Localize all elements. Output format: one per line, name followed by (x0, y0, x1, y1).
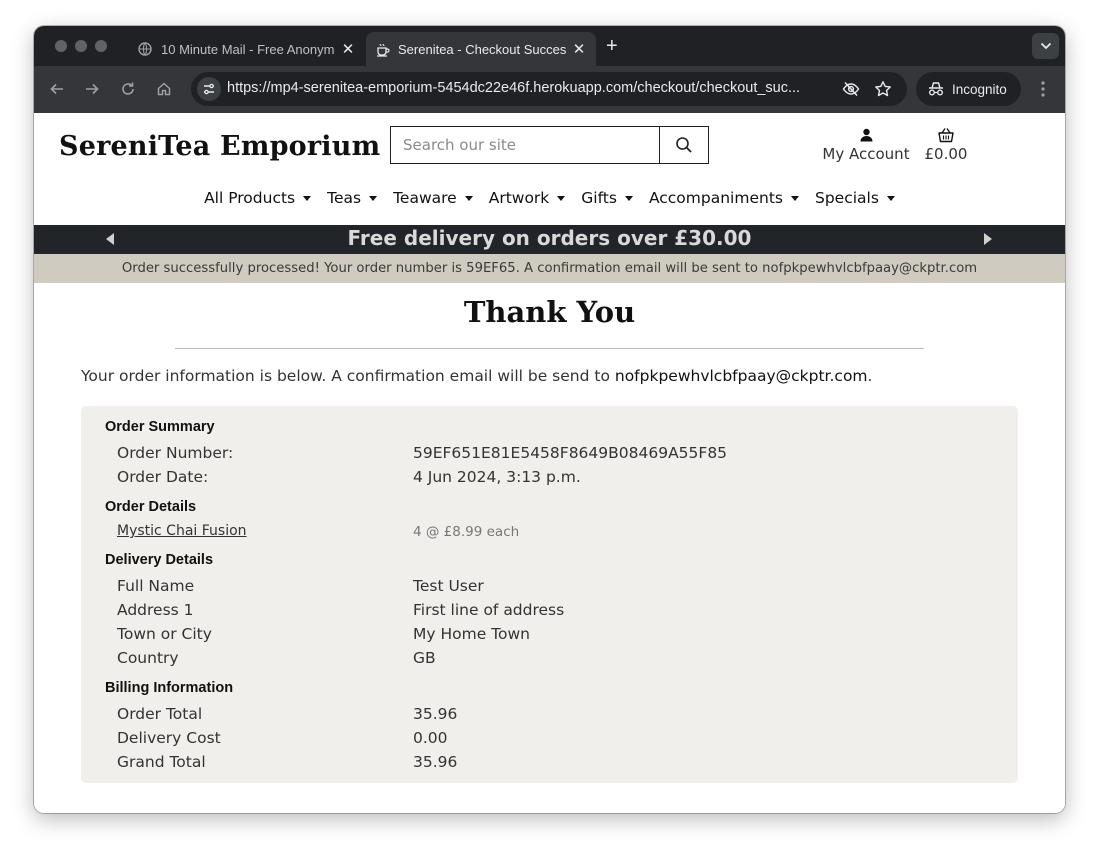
star-icon[interactable] (874, 80, 892, 98)
user-icon (818, 125, 914, 145)
intro-text: Your order information is below. A confi… (81, 367, 873, 385)
web-page: SereniTea Emporium My Account £0.00 All … (34, 113, 1065, 813)
full-name-label: Full Name (117, 577, 195, 595)
main-navigation: All Products Teas Teaware Artwork Gifts … (34, 185, 1065, 211)
grand-total-label: Grand Total (117, 753, 206, 771)
address1-value: First line of address (413, 601, 565, 619)
product-quantity: 4 @ £8.99 each (413, 524, 520, 540)
caret-down-icon (464, 195, 473, 201)
product-link[interactable]: Mystic Chai Fusion (117, 523, 247, 539)
caret-down-icon (790, 195, 799, 201)
full-name-value: Test User (413, 577, 484, 595)
more-vertical-icon (1041, 81, 1045, 97)
country-value: GB (413, 649, 436, 667)
delivery-details-heading: Delivery Details (105, 552, 214, 568)
order-number-value: 59EF651E81E5458F8649B08469A55F85 (413, 444, 728, 462)
success-message: Order successfully processed! Your order… (34, 254, 1065, 283)
tab-search-button[interactable] (1032, 33, 1059, 59)
url-text[interactable]: https://mp4-serenitea-emporium-5454dc22e… (227, 80, 831, 96)
nav-accompaniments[interactable]: Accompaniments (641, 185, 807, 211)
promo-text: Free delivery on orders over £30.00 (347, 226, 752, 250)
search-button[interactable] (659, 126, 709, 164)
chevron-down-icon (1040, 42, 1051, 50)
window-close-light[interactable] (55, 40, 67, 52)
order-panel: Order Summary Order Number: 59EF651E81E5… (81, 406, 1018, 783)
search-icon (676, 137, 692, 153)
reload-button[interactable] (117, 78, 139, 100)
window-minimize-light[interactable] (75, 40, 87, 52)
order-details-heading: Order Details (105, 499, 197, 515)
incognito-indicator[interactable]: Incognito (916, 72, 1021, 106)
nav-gifts[interactable]: Gifts (573, 185, 641, 211)
page-title: Thank You (463, 295, 636, 329)
caret-down-icon (369, 195, 378, 201)
town-label: Town or City (117, 625, 212, 643)
home-icon (157, 82, 171, 96)
promo-banner: Free delivery on orders over £30.00 (34, 225, 1065, 254)
search-input[interactable] (390, 126, 660, 164)
delivery-cost-label: Delivery Cost (117, 729, 221, 747)
tab-10-minute-mail[interactable]: 10 Minute Mail - Free Anonymous ✕ (131, 32, 363, 66)
nav-specials[interactable]: Specials (807, 185, 903, 211)
next-arrow-icon[interactable] (984, 233, 992, 245)
tab-title: 10 Minute Mail - Free Anonymous (161, 41, 335, 57)
home-button[interactable] (153, 78, 175, 100)
delivery-cost-value: 0.00 (413, 729, 448, 747)
reload-icon (122, 82, 134, 95)
site-logo[interactable]: SereniTea Emporium (59, 131, 380, 162)
order-date-label: Order Date: (117, 468, 209, 486)
tab-serenitea-checkout[interactable]: Serenitea - Checkout Success ✕ (366, 32, 596, 66)
browser-menu-button[interactable] (1034, 78, 1052, 100)
basket-icon (921, 125, 971, 145)
close-icon[interactable]: ✕ (339, 40, 357, 58)
address-bar[interactable]: https://mp4-serenitea-emporium-5454dc22e… (191, 72, 907, 106)
order-date-value: 4 Jun 2024, 3:13 p.m. (413, 468, 581, 486)
caret-down-icon (624, 195, 633, 201)
window-zoom-light[interactable] (95, 40, 107, 52)
nav-teas[interactable]: Teas (319, 185, 385, 211)
nav-artwork[interactable]: Artwork (481, 185, 574, 211)
tab-title: Serenitea - Checkout Success (398, 41, 566, 57)
caret-down-icon (303, 195, 312, 201)
address1-label: Address 1 (117, 601, 194, 619)
caret-down-icon (557, 195, 566, 201)
arrow-right-icon (86, 83, 99, 95)
country-label: Country (117, 649, 179, 667)
globe-icon (137, 41, 153, 57)
basket-link[interactable]: £0.00 (921, 125, 971, 163)
browser-toolbar: https://mp4-serenitea-emporium-5454dc22e… (34, 66, 1065, 113)
browser-window: 10 Minute Mail - Free Anonymous ✕ Sereni… (34, 26, 1065, 813)
order-summary-heading: Order Summary (105, 419, 215, 435)
back-button[interactable] (46, 78, 68, 100)
incognito-label: Incognito (952, 81, 1007, 97)
nav-teaware[interactable]: Teaware (385, 185, 481, 211)
order-number-label: Order Number: (117, 444, 234, 462)
site-settings-icon[interactable] (197, 77, 221, 101)
eye-off-icon[interactable] (842, 80, 860, 98)
my-account-link[interactable]: My Account (818, 125, 914, 163)
intro-email: nofpkpewhvlcbfpaay@ckptr.com (614, 367, 868, 385)
basket-total: £0.00 (924, 145, 968, 163)
forward-button[interactable] (81, 78, 103, 100)
divider (175, 348, 924, 349)
arrow-left-icon (50, 83, 63, 95)
close-icon[interactable]: ✕ (570, 40, 588, 58)
my-account-label: My Account (822, 145, 910, 163)
nav-all-products[interactable]: All Products (196, 185, 319, 211)
caret-down-icon (886, 195, 895, 201)
tab-strip: 10 Minute Mail - Free Anonymous ✕ Sereni… (34, 26, 1065, 66)
order-total-label: Order Total (117, 705, 203, 723)
teapot-icon (374, 41, 390, 57)
town-value: My Home Town (413, 625, 530, 643)
incognito-icon (929, 82, 943, 96)
grand-total-value: 35.96 (413, 753, 458, 771)
order-total-value: 35.96 (413, 705, 458, 723)
new-tab-button[interactable]: + (606, 35, 618, 58)
billing-heading: Billing Information (105, 680, 234, 696)
